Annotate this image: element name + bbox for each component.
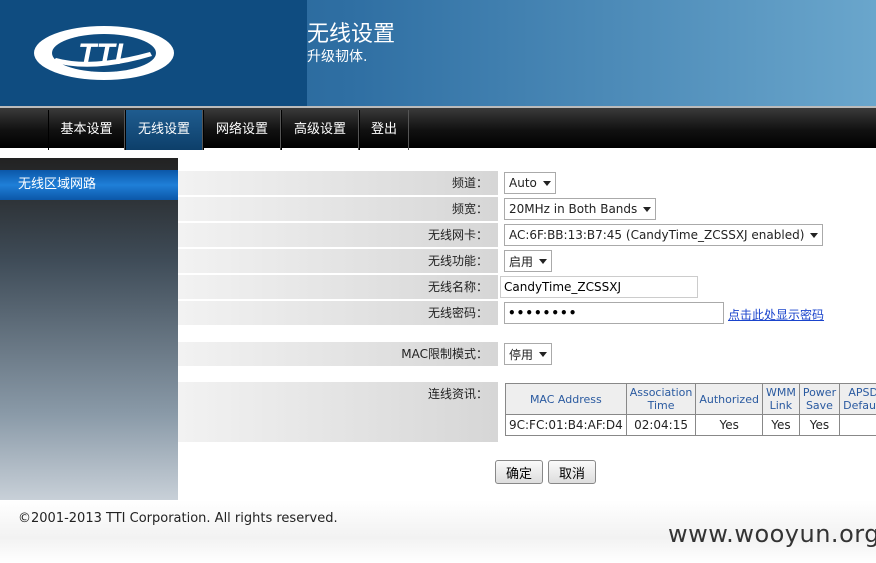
bandwidth-select[interactable]: 20MHz in Both Bands	[504, 198, 657, 220]
bandwidth-value: 20MHz in Both Bands	[509, 202, 638, 216]
mac-filter-label: MAC限制模式：	[178, 342, 498, 366]
table-row: 9C:FC:01:B4:AF:D4 02:04:15 Yes Yes Yes	[505, 414, 876, 436]
row-bandwidth: 频宽： 20MHz in Both Bands	[178, 197, 876, 221]
header: TTI 无线设置 升级韧体.	[0, 0, 876, 106]
cancel-button[interactable]: 取消	[548, 460, 596, 484]
conn-info-label: 连线资讯：	[178, 382, 498, 442]
col-header: Power Save	[798, 383, 841, 415]
row-function: 无线功能： 启用	[178, 249, 876, 273]
chevron-down-icon	[542, 180, 551, 186]
channel-select[interactable]: Auto	[504, 172, 556, 194]
function-label: 无线功能：	[178, 249, 498, 273]
ok-button[interactable]: 确定	[495, 460, 543, 484]
channel-label: 频道：	[178, 171, 498, 195]
tti-logo: TTI	[34, 26, 174, 80]
table-cell: Yes	[761, 414, 800, 436]
row-mac-filter: MAC限制模式： 停用	[178, 342, 876, 366]
nav-network-settings[interactable]: 网络设置	[203, 110, 281, 150]
logo-area: TTI	[0, 0, 307, 106]
svg-text:TTI: TTI	[78, 38, 124, 71]
password-input[interactable]	[504, 302, 724, 324]
adapter-select[interactable]: AC:6F:BB:13:B7:45 (CandyTime_ZCSSXJ enab…	[504, 224, 824, 246]
nav-basic-settings[interactable]: 基本设置	[48, 110, 125, 150]
chevron-down-icon	[810, 232, 819, 238]
row-connection-info: 连线资讯： MAC Address Association Time Autho…	[178, 382, 876, 442]
table-cell: 02:04:15	[625, 414, 697, 436]
watermark-text: www.wooyun.org	[668, 520, 876, 548]
bandwidth-label: 频宽：	[178, 197, 498, 221]
show-password-link[interactable]: 点击此处显示密码	[728, 306, 824, 323]
mac-filter-value: 停用	[509, 347, 534, 362]
function-value: 启用	[509, 254, 534, 269]
row-ssid: 无线名称：	[178, 275, 876, 299]
ssid-label: 无线名称：	[178, 275, 498, 299]
adapter-value: AC:6F:BB:13:B7:45 (CandyTime_ZCSSXJ enab…	[509, 228, 805, 242]
adapter-label: 无线网卡：	[178, 223, 498, 247]
col-header: WMM Link	[761, 383, 800, 415]
page-subtitle: 升级韧体.	[307, 49, 368, 65]
table-cell	[839, 414, 876, 436]
table-cell: Yes	[798, 414, 841, 436]
connection-table: MAC Address Association Time Authorized …	[505, 383, 876, 436]
copyright-text: ©2001-2013 TTI Corporation. All rights r…	[18, 511, 338, 526]
col-header: Authorized	[695, 383, 763, 415]
table-cell: Yes	[695, 414, 763, 436]
top-nav: 基本设置 无线设置 网络设置 高级设置 登出	[0, 106, 876, 150]
ssid-input[interactable]	[500, 276, 698, 298]
channel-value: Auto	[509, 176, 537, 190]
chevron-down-icon	[643, 206, 652, 212]
table-header-row: MAC Address Association Time Authorized …	[505, 383, 876, 415]
sidebar: 无线区域网路	[0, 158, 178, 500]
row-adapter: 无线网卡： AC:6F:BB:13:B7:45 (CandyTime_ZCSSX…	[178, 223, 876, 247]
nav-advanced-settings[interactable]: 高级设置	[281, 110, 359, 150]
row-password: 无线密码： 点击此处显示密码	[178, 301, 876, 325]
nav-wireless-settings[interactable]: 无线设置	[125, 110, 203, 150]
col-header: APSD Default	[839, 383, 876, 415]
sidebar-item-wlan[interactable]: 无线区域网路	[0, 170, 178, 200]
function-select[interactable]: 启用	[504, 250, 553, 272]
chevron-down-icon	[539, 351, 548, 357]
table-cell: 9C:FC:01:B4:AF:D4	[505, 414, 627, 436]
password-label: 无线密码：	[178, 301, 498, 325]
page-title: 无线设置	[307, 22, 396, 47]
col-header: MAC Address	[505, 383, 627, 415]
mac-filter-select[interactable]: 停用	[504, 343, 553, 365]
row-channel: 频道： Auto	[178, 171, 876, 195]
col-header: Association Time	[625, 383, 697, 415]
chevron-down-icon	[539, 258, 548, 264]
nav-logout[interactable]: 登出	[359, 110, 409, 150]
